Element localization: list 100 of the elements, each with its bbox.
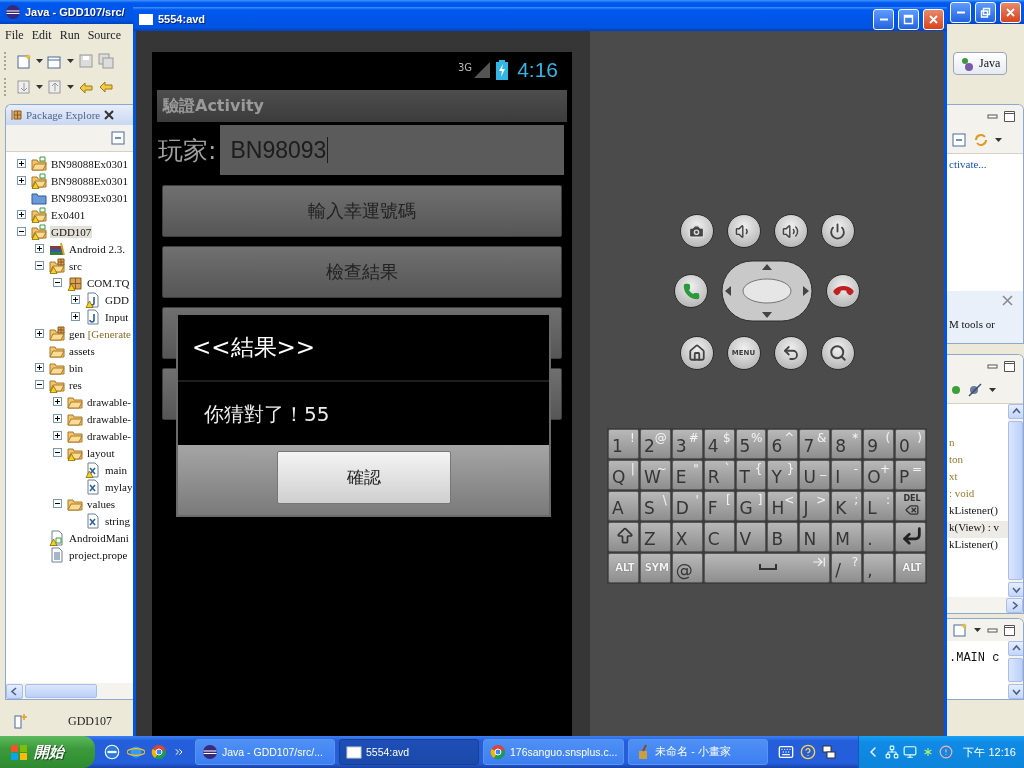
- key[interactable]: N: [799, 522, 831, 552]
- restore-button[interactable]: [975, 1, 996, 23]
- tree-item[interactable]: res: [68, 378, 83, 391]
- expand-icon[interactable]: [52, 397, 62, 406]
- tree-item[interactable]: mylay: [104, 480, 134, 493]
- key[interactable]: A: [608, 491, 639, 521]
- key[interactable]: 0 ): [895, 429, 926, 459]
- caret-icon[interactable]: [36, 59, 43, 63]
- end-call-button[interactable]: [826, 274, 860, 308]
- key[interactable]: S \: [639, 491, 671, 521]
- app-button[interactable]: 輸入幸運號碼: [162, 185, 562, 237]
- scroll-thumb[interactable]: [1008, 658, 1023, 682]
- scroll-down-button[interactable]: [1008, 684, 1023, 699]
- expand-icon[interactable]: [52, 414, 62, 423]
- dot-icon[interactable]: [951, 385, 961, 395]
- collapse-icon[interactable]: [16, 227, 26, 236]
- collapse-icon[interactable]: [34, 380, 44, 389]
- menu-item[interactable]: Run: [59, 27, 80, 43]
- tree-item[interactable]: AndroidMani: [68, 531, 130, 544]
- tree-item[interactable]: drawable-: [86, 429, 132, 442]
- maximize-button[interactable]: [898, 8, 919, 30]
- keyboard-icon[interactable]: [778, 744, 795, 760]
- minimize-button[interactable]: [950, 1, 971, 23]
- key[interactable]: .: [863, 522, 895, 552]
- key[interactable]: T {: [735, 460, 767, 490]
- expand-icon[interactable]: [34, 363, 44, 372]
- perspective-button[interactable]: Java: [953, 52, 1008, 75]
- key[interactable]: X: [671, 522, 703, 552]
- key[interactable]: D ': [671, 491, 703, 521]
- key[interactable]: F [: [703, 491, 735, 521]
- outline-item[interactable]: : void: [947, 487, 1008, 504]
- close-icon[interactable]: [104, 110, 115, 120]
- tree-item[interactable]: GDD: [104, 293, 130, 306]
- collapse-all-icon[interactable]: [951, 132, 967, 148]
- home-button[interactable]: [679, 336, 714, 370]
- close-button[interactable]: [1000, 1, 1021, 23]
- key[interactable]: R `: [703, 460, 735, 490]
- collapse-icon[interactable]: [52, 448, 62, 457]
- taskbar-button[interactable]: 未命名 - 小畫家: [628, 739, 769, 765]
- key[interactable]: B: [767, 522, 799, 552]
- back-button[interactable]: [773, 336, 808, 370]
- tree-item[interactable]: BN98093Ex0301: [50, 191, 129, 204]
- arrow-left-icon[interactable]: [98, 79, 114, 95]
- key[interactable]: M: [831, 522, 863, 552]
- minimize-button[interactable]: [873, 8, 894, 30]
- key[interactable]: Q |: [608, 460, 639, 490]
- taskbar-button[interactable]: 176sanguo.snsplus.c...: [483, 739, 625, 765]
- tree-item[interactable]: Android 2.3.: [68, 242, 126, 255]
- menu-item[interactable]: Source: [87, 27, 121, 43]
- expand-icon[interactable]: [16, 210, 26, 219]
- outline-item[interactable]: kListener(): [947, 504, 1008, 521]
- link[interactable]: ctivate...: [947, 154, 1023, 170]
- key[interactable]: 4 $: [703, 429, 735, 459]
- delete-key[interactable]: DEL: [895, 491, 926, 521]
- power-button[interactable]: [820, 214, 855, 248]
- expand-icon[interactable]: [16, 176, 26, 185]
- close-button[interactable]: [923, 8, 944, 30]
- volume-up-button[interactable]: [773, 214, 808, 248]
- enter-key[interactable]: [895, 522, 926, 552]
- outline-item[interactable]: k(View) : v: [947, 521, 1008, 538]
- key[interactable]: C: [703, 522, 735, 552]
- scroll-up-button[interactable]: [1008, 404, 1023, 419]
- outline-item[interactable]: n: [947, 436, 1008, 453]
- key[interactable]: Y }: [767, 460, 799, 490]
- shift-key[interactable]: [608, 522, 639, 552]
- expand-icon[interactable]: [34, 244, 44, 253]
- key[interactable]: 3#: [671, 429, 703, 459]
- confirm-button[interactable]: 確認: [276, 451, 451, 504]
- tree-item[interactable]: layout: [86, 446, 116, 459]
- collapse-all-icon[interactable]: [110, 130, 126, 146]
- tree-item[interactable]: main: [104, 463, 128, 476]
- key[interactable]: 9 (: [863, 429, 895, 459]
- key[interactable]: 2@: [639, 429, 671, 459]
- key[interactable]: 8 *: [831, 429, 863, 459]
- call-button[interactable]: [674, 274, 708, 308]
- tree-item[interactable]: BN98088Ex0301: [50, 174, 129, 187]
- globe-icon[interactable]: [127, 743, 145, 761]
- scroll-thumb[interactable]: [25, 684, 97, 698]
- tree-item[interactable]: bin: [68, 361, 85, 374]
- expand-icon[interactable]: [16, 159, 26, 168]
- key[interactable]: P=: [895, 460, 926, 490]
- caret-icon[interactable]: [67, 59, 74, 63]
- tree-item[interactable]: Input: [104, 310, 130, 323]
- collapse-icon[interactable]: [52, 278, 62, 287]
- scroll-thumb[interactable]: [1008, 421, 1023, 580]
- scroll-right-button[interactable]: [1006, 597, 1023, 613]
- scroll-left-button[interactable]: [6, 683, 23, 699]
- key[interactable]: W~: [639, 460, 671, 490]
- key[interactable]: J >: [799, 491, 831, 521]
- tree-item[interactable]: gen [Generate: [68, 327, 132, 340]
- caret-icon[interactable]: [67, 85, 74, 89]
- globe-icon[interactable]: [103, 743, 121, 761]
- outline-item[interactable]: ton: [947, 453, 1008, 470]
- maximize-icon[interactable]: [1004, 360, 1015, 372]
- key[interactable]: @: [671, 553, 703, 583]
- key[interactable]: I -: [831, 460, 863, 490]
- tree-item[interactable]: src: [68, 259, 83, 272]
- key[interactable]: L :: [863, 491, 895, 521]
- volume-down-button[interactable]: [726, 214, 761, 248]
- maximize-icon[interactable]: [1004, 110, 1015, 122]
